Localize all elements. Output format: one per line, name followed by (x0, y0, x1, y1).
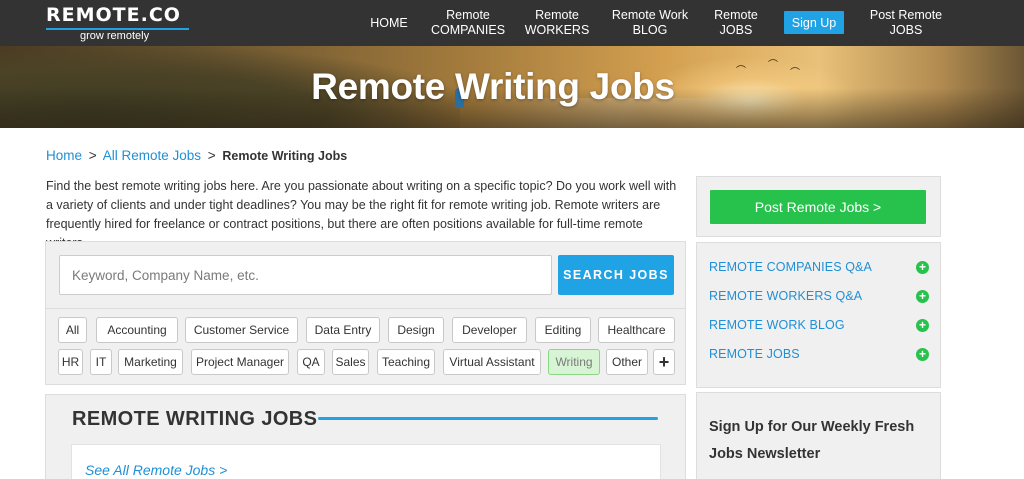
category-tag-editing[interactable]: Editing (535, 317, 591, 343)
hero-banner: ⌒ ⌒ ⌒ Remote Writing Jobs (0, 46, 1024, 128)
site-logo[interactable]: REMOTE.CO grow remotely (46, 4, 191, 42)
plus-circle-icon[interactable]: + (916, 261, 929, 274)
plus-circle-icon[interactable]: + (916, 348, 929, 361)
nav-label-line1: Remote (446, 8, 490, 22)
keyword-search-input[interactable] (59, 255, 552, 295)
heading-underline (318, 417, 658, 420)
category-tag-customer-service[interactable]: Customer Service (185, 317, 298, 343)
category-tag-teaching[interactable]: Teaching (377, 349, 435, 375)
category-tag-project-manager[interactable]: Project Manager (191, 349, 289, 375)
category-tag-hr[interactable]: HR (58, 349, 83, 375)
sidebar-link-label[interactable]: REMOTE COMPANIES Q&A (709, 260, 872, 274)
category-tag-accounting[interactable]: Accounting (96, 317, 178, 343)
plus-circle-icon[interactable]: + (916, 319, 929, 332)
category-tag-data-entry[interactable]: Data Entry (306, 317, 380, 343)
nav-signup-button[interactable]: Sign Up (784, 11, 844, 34)
breadcrumb-all-jobs-link[interactable]: All Remote Jobs (103, 148, 201, 163)
nav-label-line2: COMPANIES (430, 23, 506, 37)
breadcrumb: Home > All Remote Jobs > Remote Writing … (46, 148, 347, 163)
nav-label-line2: JOBS (719, 23, 753, 37)
category-tag-writing[interactable]: Writing (548, 349, 600, 375)
sidebar-item-remote-companies[interactable]: REMOTE COMPANIES Q&A + (709, 258, 929, 278)
logo-brand: REMOTE.CO (46, 4, 181, 26)
jobs-section-heading: REMOTE WRITING JOBS (72, 408, 318, 430)
logo-tagline: grow remotely (80, 30, 150, 42)
category-tag-virtual-assistant[interactable]: Virtual Assistant (443, 349, 541, 375)
sidebar-post-jobs-box: Post Remote Jobs > (696, 176, 941, 237)
nav-remote-companies[interactable]: Remote COMPANIES (428, 0, 508, 46)
category-tag-it[interactable]: IT (90, 349, 112, 375)
jobs-card: See All Remote Jobs > (71, 444, 661, 479)
nav-home[interactable]: HOME (366, 0, 412, 46)
nav-label-line1: Remote Work (611, 8, 689, 22)
sidebar-item-remote-workers[interactable]: REMOTE WORKERS Q&A + (709, 287, 929, 307)
category-tag-design[interactable]: Design (388, 317, 444, 343)
sidebar-newsletter-box: Sign Up for Our Weekly Fresh Jobs Newsle… (696, 392, 941, 479)
category-tag-sales[interactable]: Sales (332, 349, 369, 375)
breadcrumb-current: Remote Writing Jobs (222, 149, 348, 163)
sidebar-link-label[interactable]: REMOTE WORK BLOG (709, 318, 845, 332)
sidebar-link-label[interactable]: REMOTE JOBS (709, 347, 800, 361)
category-tag-marketing[interactable]: Marketing (118, 349, 183, 375)
category-tag-all[interactable]: All (58, 317, 87, 343)
sidebar-item-remote-jobs[interactable]: REMOTE JOBS + (709, 345, 929, 365)
nav-label-line1: Remote (535, 8, 579, 22)
nav-remote-work-blog[interactable]: Remote Work BLOG (607, 0, 693, 46)
post-remote-jobs-button[interactable]: Post Remote Jobs > (710, 190, 926, 224)
nav-remote-jobs[interactable]: Remote JOBS (707, 0, 765, 46)
nav-label-line2: WORKERS (524, 23, 590, 37)
more-categories-plus-icon[interactable]: + (653, 349, 675, 375)
search-jobs-button[interactable]: SEARCH JOBS (558, 255, 674, 295)
nav-label-line2: BLOG (632, 23, 668, 37)
page-title: Remote Writing Jobs (311, 66, 675, 107)
nav-label-line2: JOBS (889, 23, 923, 37)
job-search-panel: SEARCH JOBS All Accounting Customer Serv… (45, 241, 686, 385)
nav-label-line1: Post Remote (869, 8, 943, 22)
breadcrumb-separator: > (207, 148, 216, 163)
divider (46, 308, 685, 309)
newsletter-heading: Sign Up for Our Weekly Fresh Jobs Newsle… (709, 419, 915, 462)
see-all-jobs-link[interactable]: See All Remote Jobs > (85, 462, 227, 478)
sidebar-item-remote-work-blog[interactable]: REMOTE WORK BLOG + (709, 316, 929, 336)
plus-circle-icon[interactable]: + (916, 290, 929, 303)
top-navigation: REMOTE.CO grow remotely HOME Remote COMP… (0, 0, 1024, 46)
nav-label-line1: Remote (714, 8, 758, 22)
sidebar-link-label[interactable]: REMOTE WORKERS Q&A (709, 289, 862, 303)
category-tag-healthcare[interactable]: Healthcare (598, 317, 675, 343)
category-tag-qa[interactable]: QA (297, 349, 325, 375)
nav-remote-workers[interactable]: Remote WORKERS (524, 0, 590, 46)
category-tag-other[interactable]: Other (606, 349, 648, 375)
category-tag-developer[interactable]: Developer (452, 317, 527, 343)
jobs-list-panel: REMOTE WRITING JOBS See All Remote Jobs … (45, 394, 686, 479)
sidebar-links-box: REMOTE COMPANIES Q&A + REMOTE WORKERS Q&… (696, 242, 941, 388)
nav-post-remote-jobs[interactable]: Post Remote JOBS (864, 0, 948, 46)
breadcrumb-home-link[interactable]: Home (46, 148, 82, 163)
nav-home-label: HOME (370, 15, 408, 30)
breadcrumb-separator: > (88, 148, 97, 163)
